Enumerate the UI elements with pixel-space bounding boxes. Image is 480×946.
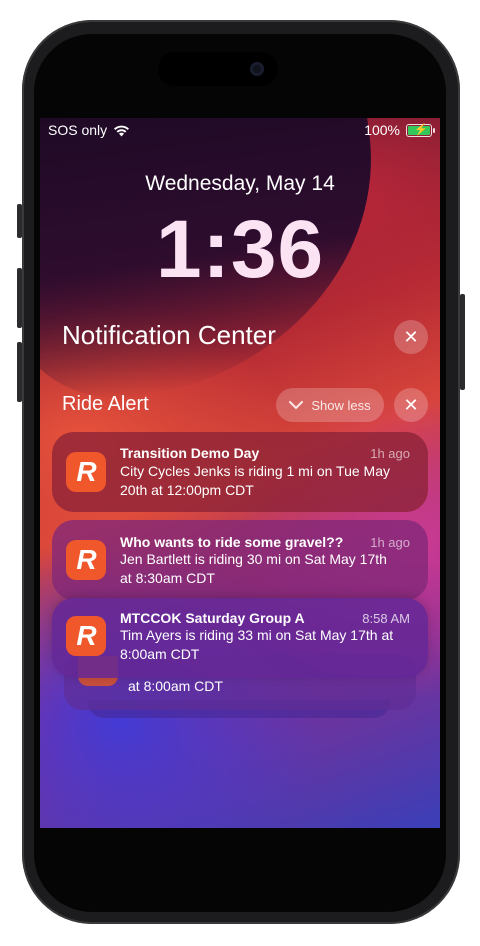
show-less-label: Show less	[311, 397, 371, 413]
notification-time: 8:58 AM	[362, 611, 410, 626]
status-bar: SOS only 100% ⚡	[48, 122, 435, 140]
ride-alert-app-icon: R	[66, 452, 106, 492]
dynamic-island	[158, 52, 278, 86]
notification-center-title: Notification Center	[62, 320, 276, 350]
battery-icon: ⚡	[406, 123, 435, 137]
notification-time: 1h ago	[370, 446, 410, 461]
power-button	[460, 294, 465, 390]
notification-title: MTCCOK Saturday Group A	[120, 610, 305, 626]
lock-date: Wednesday, May 14	[145, 172, 335, 195]
notification-title: Transition Demo Day	[120, 445, 260, 461]
chevron-down-icon	[289, 400, 304, 409]
show-less-button[interactable]: Show less	[276, 388, 384, 422]
notification-body: Tim Ayers is riding 33 mi on Sat May 17t…	[120, 627, 394, 662]
ride-alert-app-icon: R	[66, 540, 106, 580]
notification-card[interactable]: R Transition Demo Day 1h ago City Cycles…	[52, 432, 428, 512]
camera-icon	[250, 62, 264, 76]
stacked-notification-text: at 8:00am CDT	[128, 678, 223, 694]
battery-percent: 100%	[364, 122, 400, 138]
clear-group-button[interactable]: ✕	[394, 388, 428, 422]
carrier-label: SOS only	[48, 122, 108, 138]
notification-card[interactable]: R Who wants to ride some gravel?? 1h ago…	[52, 520, 428, 600]
notification-title: Who wants to ride some gravel??	[120, 534, 344, 550]
notification-body: City Cycles Jenks is riding 1 mi on Tue …	[120, 463, 390, 498]
charging-bolt-icon: ⚡	[414, 123, 428, 136]
x-icon: ✕	[403, 327, 419, 347]
wifi-icon	[114, 125, 130, 136]
x-icon: ✕	[403, 395, 419, 415]
clear-all-button[interactable]: ✕	[394, 320, 428, 354]
notification-body: Jen Bartlett is riding 30 mi on Sat May …	[120, 551, 387, 586]
notification-card[interactable]: R MTCCOK Saturday Group A 8:58 AM Tim Ay…	[52, 598, 428, 678]
ride-alert-app-icon: R	[66, 616, 106, 656]
volume-down-button	[17, 342, 22, 402]
lock-time: 1:36	[155, 204, 325, 295]
notification-time: 1h ago	[370, 535, 410, 550]
notification-group-title: Ride Alert	[62, 393, 149, 415]
